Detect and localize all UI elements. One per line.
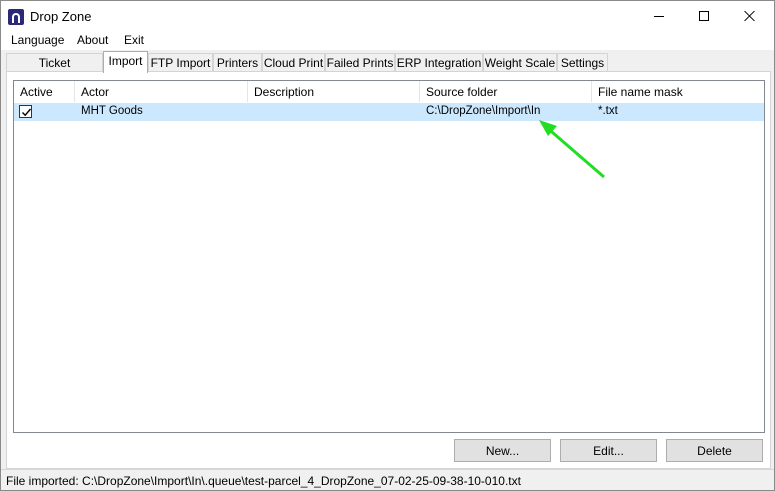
app-logo-icon — [8, 9, 24, 25]
list-header: Active Actor Description Source folder F… — [14, 81, 764, 102]
minimize-button[interactable] — [636, 1, 682, 31]
tab-cloud-print[interactable]: Cloud Print — [262, 53, 325, 72]
close-button[interactable] — [727, 1, 773, 31]
maximize-icon — [699, 11, 709, 21]
new-button[interactable]: New... — [454, 439, 551, 462]
tab-erp-integration[interactable]: ERP Integration — [395, 53, 483, 72]
import-list[interactable]: Active Actor Description Source folder F… — [13, 80, 765, 433]
menu-exit[interactable]: Exit — [124, 33, 144, 47]
column-header-active[interactable]: Active — [14, 81, 75, 102]
tab-printers[interactable]: Printers — [213, 53, 262, 72]
menu-language[interactable]: Language — [11, 33, 64, 47]
close-icon — [744, 10, 756, 22]
cell-actor: MHT Goods — [81, 105, 143, 117]
tab-failed-prints[interactable]: Failed Prints — [325, 53, 395, 72]
active-checkbox[interactable] — [19, 105, 32, 118]
table-row[interactable]: MHT Goods C:\DropZone\Import\In *.txt — [14, 103, 764, 121]
column-header-actor[interactable]: Actor — [75, 81, 248, 102]
edit-button[interactable]: Edit... — [560, 439, 657, 462]
cell-file-name-mask: *.txt — [598, 105, 618, 117]
import-tab-panel: Active Actor Description Source folder F… — [6, 71, 771, 469]
cell-source-folder: C:\DropZone\Import\In — [426, 105, 541, 117]
tab-weight-scale[interactable]: Weight Scale — [483, 53, 557, 72]
menu-bar: Language About Exit — [1, 31, 774, 50]
maximize-button[interactable] — [681, 1, 727, 31]
window-title: Drop Zone — [30, 9, 92, 24]
menu-about[interactable]: About — [77, 33, 108, 47]
status-bar: File imported: C:\DropZone\Import\In\.qu… — [1, 469, 774, 490]
column-header-source-folder[interactable]: Source folder — [420, 81, 592, 102]
app-window: Drop Zone Language About Exit Ticket Con… — [0, 0, 775, 491]
column-header-description[interactable]: Description — [248, 81, 420, 102]
tab-ticket-connection[interactable]: Ticket Connection — [6, 53, 103, 84]
minimize-icon — [654, 15, 664, 17]
delete-button[interactable]: Delete — [666, 439, 763, 462]
tab-settings[interactable]: Settings — [557, 53, 608, 72]
tab-import[interactable]: Import — [103, 51, 148, 73]
column-header-file-name-mask[interactable]: File name mask — [592, 81, 764, 102]
status-text: File imported: C:\DropZone\Import\In\.qu… — [6, 474, 521, 488]
tab-ftp-import[interactable]: FTP Import — [148, 53, 213, 72]
title-bar[interactable]: Drop Zone — [1, 1, 774, 31]
checkmark-icon — [22, 108, 32, 117]
